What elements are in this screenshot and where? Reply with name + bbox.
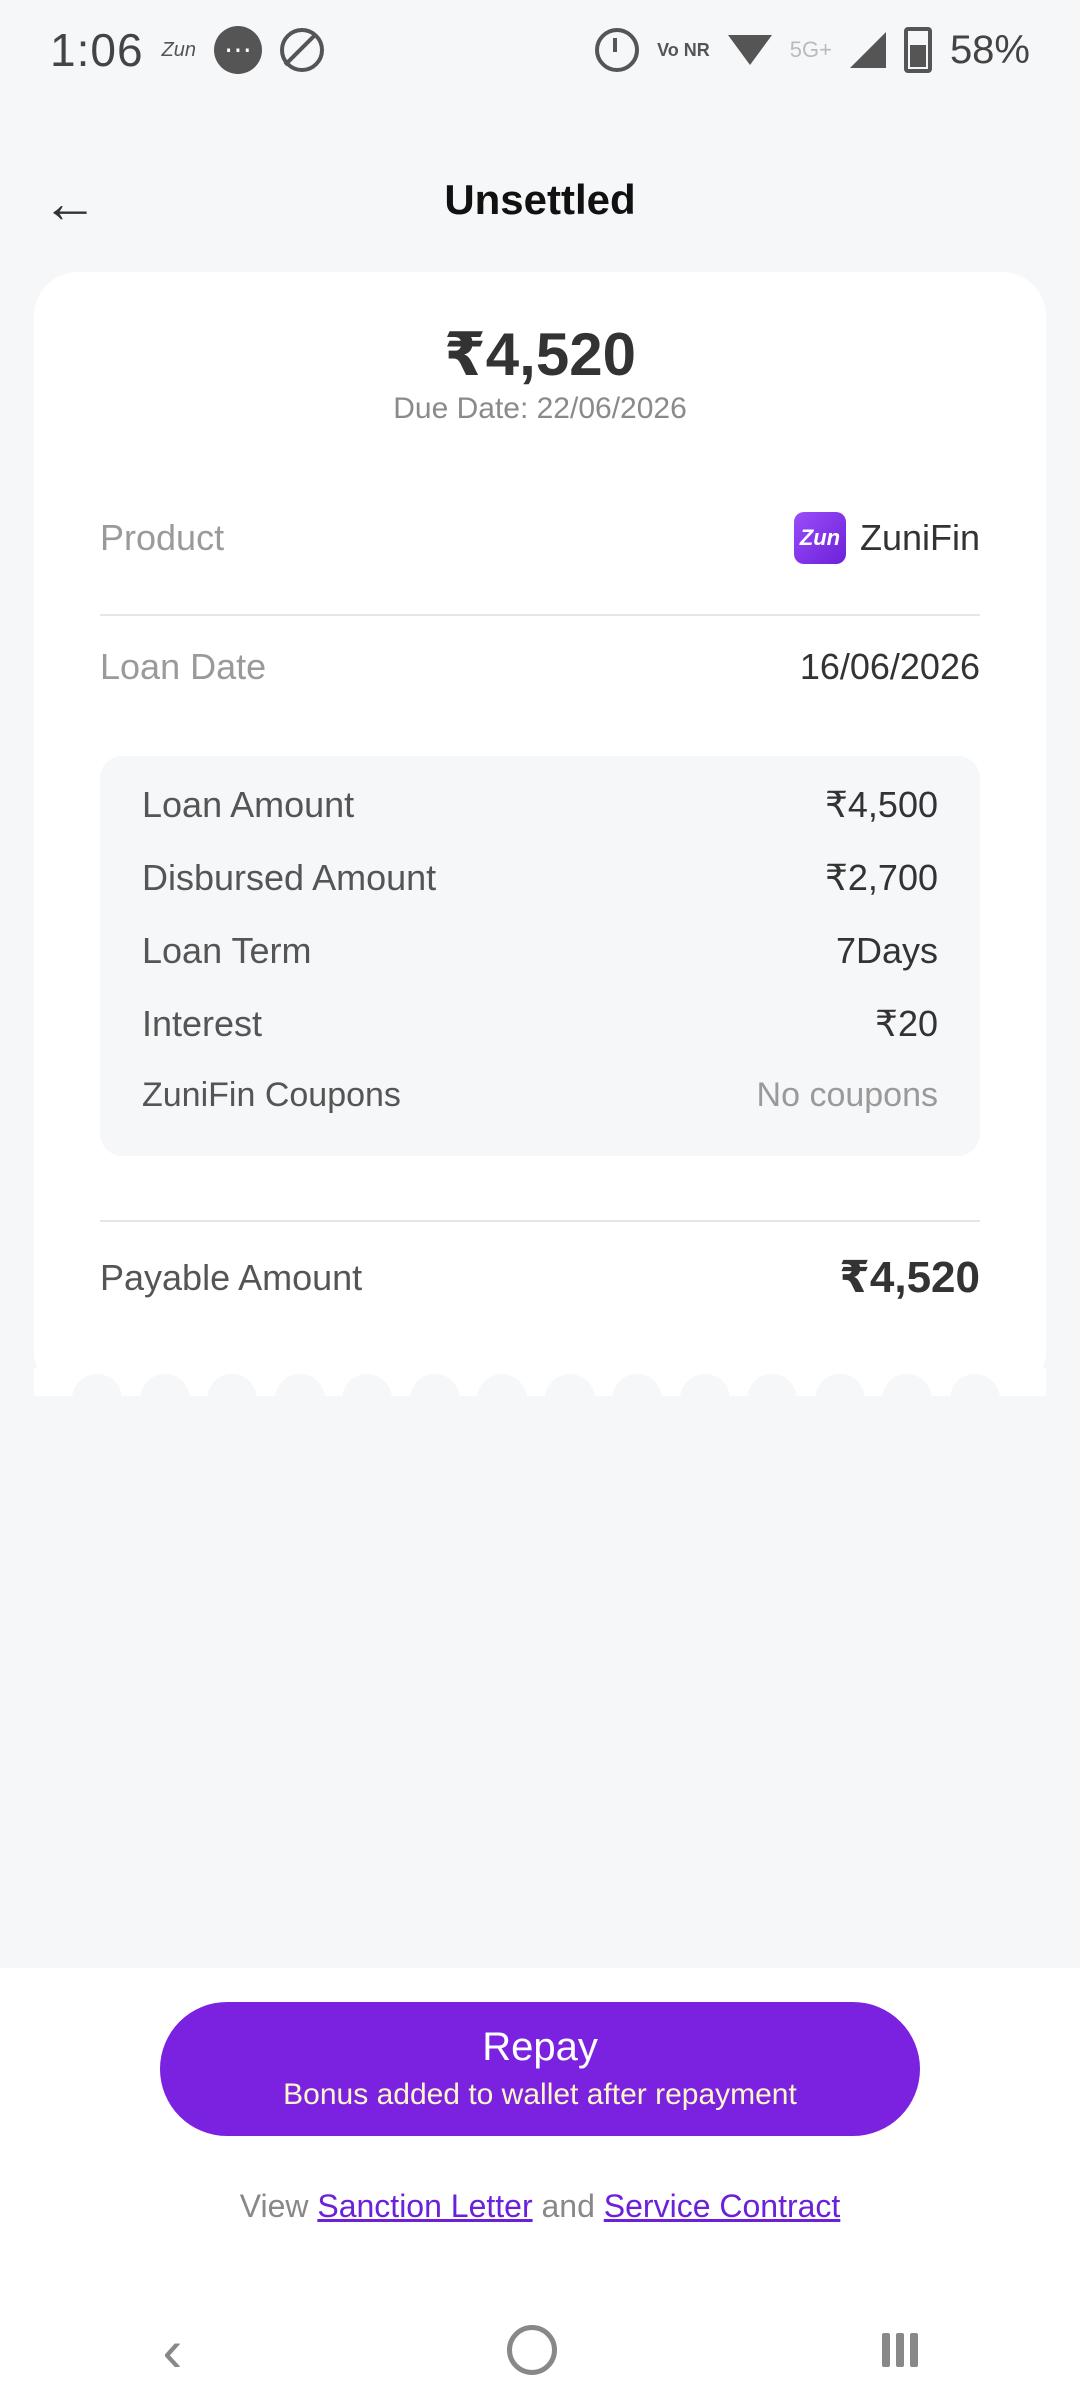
- recents-bar: [895, 2333, 904, 2367]
- loan-date-row: Loan Date 16/06/2026: [100, 646, 980, 688]
- alarm-icon: [595, 28, 640, 72]
- scallop: [950, 1374, 1000, 1396]
- detail-row-coupons[interactable]: ZuniFin Coupons No coupons: [142, 1076, 938, 1115]
- view-prefix: View: [239, 2188, 309, 2224]
- and-text: and: [541, 2188, 595, 2224]
- scallop: [815, 1374, 865, 1396]
- loan-date-value: 16/06/2026: [799, 646, 980, 687]
- nav-home-icon[interactable]: [506, 2325, 557, 2375]
- scalloped-edge: [34, 1368, 1046, 1396]
- detail-label: ZuniFin Coupons: [142, 1076, 401, 1114]
- status-bar: 1:06 Zun ⋯ Vo NR 5G+ 58%: [0, 0, 1080, 100]
- nav-recents-icon[interactable]: [881, 2333, 918, 2367]
- signal-icon: [849, 32, 886, 68]
- scallop: [140, 1374, 190, 1396]
- payable-label: Payable Amount: [100, 1256, 363, 1298]
- detail-label: Loan Amount: [142, 784, 355, 825]
- repay-button[interactable]: Repay Bonus added to wallet after repaym…: [160, 2002, 920, 2136]
- recents-bar: [909, 2333, 918, 2367]
- system-nav-bar: ‹: [0, 2300, 1080, 2400]
- product-label: Product: [100, 517, 225, 558]
- total-amount: ₹4,520: [444, 321, 636, 388]
- page-title: Unsettled: [444, 176, 636, 223]
- status-left: 1:06 Zun ⋯: [50, 23, 324, 77]
- detail-row-disbursed-amount: Disbursed Amount ₹2,700: [142, 857, 938, 899]
- scallop: [342, 1374, 392, 1396]
- recents-bar: [881, 2333, 890, 2367]
- page-header: ← Unsettled: [0, 150, 1080, 260]
- detail-row-loan-amount: Loan Amount ₹4,500: [142, 784, 938, 826]
- detail-label: Loan Term: [142, 930, 312, 971]
- payable-value: ₹4,520: [839, 1253, 980, 1302]
- scallop: [477, 1374, 527, 1396]
- service-contract-link[interactable]: Service Contract: [604, 2188, 841, 2224]
- detail-row-loan-term: Loan Term 7Days: [142, 930, 938, 972]
- product-brand: Zun ZuniFin: [793, 512, 980, 564]
- scallop: [207, 1374, 257, 1396]
- scallop: [747, 1374, 797, 1396]
- document-links: View Sanction Letter and Service Contrac…: [0, 2188, 1080, 2225]
- due-date: Due Date: 22/06/2026: [393, 392, 687, 425]
- wifi-icon: [727, 35, 772, 65]
- scallop: [882, 1374, 932, 1396]
- status-brand: Zun: [161, 38, 196, 61]
- detail-value: ₹2,700: [825, 857, 938, 898]
- detail-value: 7Days: [835, 930, 938, 971]
- divider: [100, 1220, 980, 1222]
- repay-label: Repay: [482, 2025, 598, 2069]
- loan-summary-card: ₹4,520 Due Date: 22/06/2026 Product Zun …: [34, 272, 1046, 1396]
- detail-row-interest: Interest ₹20: [142, 1003, 938, 1045]
- detail-label: Interest: [142, 1003, 263, 1044]
- status-time: 1:06: [50, 24, 144, 76]
- network-type: 5G+: [789, 37, 832, 62]
- do-not-disturb-icon: [280, 28, 324, 72]
- scallop: [545, 1374, 595, 1396]
- nav-back-icon[interactable]: ‹: [162, 2316, 182, 2385]
- detail-value: ₹4,500: [825, 784, 938, 825]
- loan-date-label: Loan Date: [100, 646, 267, 687]
- battery-percent: 58%: [949, 27, 1030, 72]
- status-right: Vo NR 5G+ 58%: [595, 27, 1030, 73]
- scallop: [410, 1374, 460, 1396]
- scallop: [612, 1374, 662, 1396]
- product-value: ZuniFin: [859, 517, 980, 558]
- coupons-value: No coupons: [756, 1076, 938, 1114]
- scallop: [275, 1374, 325, 1396]
- zunifin-logo-icon: Zun: [793, 512, 846, 564]
- detail-label: Disbursed Amount: [142, 857, 437, 898]
- divider: [100, 614, 980, 616]
- scallop: [72, 1374, 122, 1396]
- scallop: [680, 1374, 730, 1396]
- chat-bubble-icon: ⋯: [214, 26, 262, 74]
- battery-icon: [903, 27, 932, 73]
- volte-indicator: Vo NR: [657, 40, 710, 60]
- loan-details-box: Loan Amount ₹4,500 Disbursed Amount ₹2,7…: [100, 756, 980, 1156]
- sanction-letter-link[interactable]: Sanction Letter: [317, 2188, 532, 2224]
- repay-subtext: Bonus added to wallet after repayment: [283, 2078, 797, 2111]
- detail-value: ₹20: [875, 1003, 938, 1044]
- product-row: Product Zun ZuniFin: [100, 512, 980, 564]
- payable-row: Payable Amount ₹4,520: [100, 1252, 980, 1303]
